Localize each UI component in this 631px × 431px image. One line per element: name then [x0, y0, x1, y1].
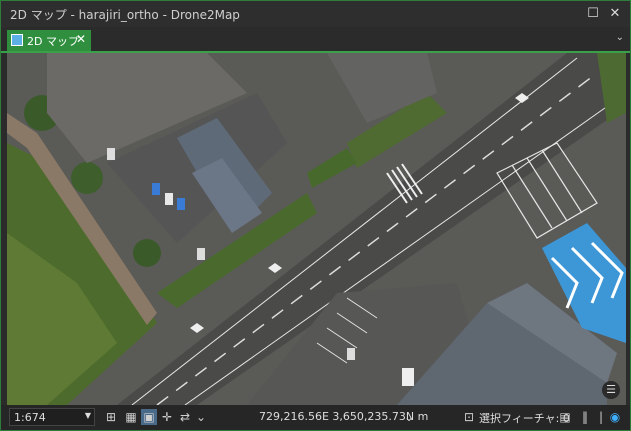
tab-close-icon[interactable]: ✕: [76, 32, 86, 46]
layers-icon[interactable]: ☰: [602, 381, 620, 399]
chevron-down-icon: ▼: [84, 411, 91, 420]
select-features-icon[interactable]: ⊡: [461, 409, 477, 425]
table-icon[interactable]: ▦: [123, 409, 139, 425]
chevron-down-icon[interactable]: ⌄: [193, 409, 209, 425]
refresh-icon[interactable]: ▤: [557, 409, 573, 425]
title-bar: 2D マップ - harajiri_ortho - Drone2Map ☐ ✕: [1, 1, 630, 27]
drawing-status-icon[interactable]: ◉: [607, 409, 623, 425]
tab-bar: 2D マップ ✕ ⌄: [1, 27, 630, 53]
tab-label: 2D マップ: [27, 35, 79, 48]
close-window-icon[interactable]: ✕: [606, 5, 624, 23]
chevron-down-icon[interactable]: ⌄: [616, 32, 624, 43]
scale-value: 1:674: [14, 411, 46, 424]
grid-snap-icon[interactable]: ⊞: [103, 409, 119, 425]
scale-dropdown[interactable]: 1:674 ▼: [9, 408, 95, 426]
maximize-icon[interactable]: ☐: [584, 5, 602, 23]
chevron-down-icon[interactable]: ⌄: [401, 409, 417, 425]
map-view-icon[interactable]: ▣: [141, 409, 157, 425]
navigate-icon[interactable]: ✛: [159, 409, 175, 425]
map-view[interactable]: ☰: [7, 53, 626, 405]
app-window: 2D マップ - harajiri_ortho - Drone2Map ☐ ✕ …: [0, 0, 631, 431]
map-icon: [11, 34, 23, 46]
tab-2d-map[interactable]: 2D マップ ✕: [7, 30, 91, 51]
orthophoto[interactable]: [7, 53, 626, 405]
pan-icon[interactable]: ⇄: [177, 409, 193, 425]
window-title: 2D マップ - harajiri_ortho - Drone2Map: [10, 8, 240, 22]
pause-icon[interactable]: ‖: [577, 409, 593, 425]
status-bar: 1:674 ▼ ⊞ ▦ ▣ ✛ ⇄ ⌄ 729,216.56E 3,650,23…: [1, 405, 630, 430]
